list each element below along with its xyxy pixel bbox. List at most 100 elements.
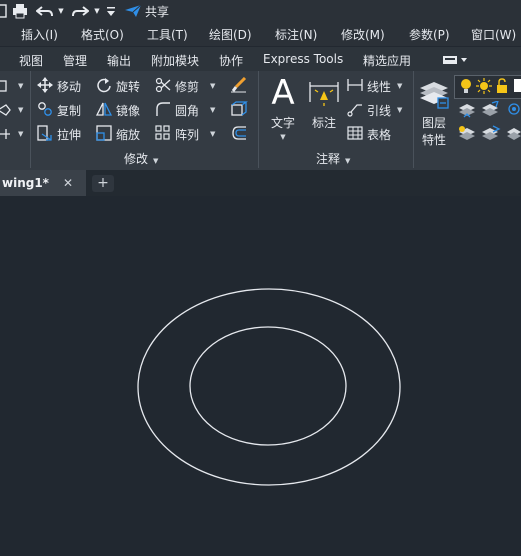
table-icon xyxy=(347,125,363,144)
mirror-button[interactable]: 镜像 xyxy=(95,100,140,120)
move-icon xyxy=(37,76,53,96)
leader-label: 引线 xyxy=(367,103,392,118)
tab-output[interactable]: 输出 xyxy=(107,52,131,69)
fillet-button[interactable]: 圆角 ▼ xyxy=(155,100,215,120)
redo-dropdown-icon[interactable]: ▼ xyxy=(93,3,101,19)
layer-tool-1-icon[interactable] xyxy=(458,101,478,122)
layer-color-swatch[interactable] xyxy=(514,79,521,92)
rotate-label: 旋转 xyxy=(116,79,141,94)
share-button-label[interactable]: 共享 xyxy=(145,3,169,20)
scale-icon xyxy=(96,124,112,144)
tab-manage[interactable]: 管理 xyxy=(63,52,87,69)
scale-button[interactable]: 缩放 xyxy=(96,124,140,144)
chevron-down-icon[interactable]: ▼ xyxy=(210,82,215,90)
explode-icon xyxy=(230,100,248,120)
fillet-icon xyxy=(155,101,171,120)
eraser-icon xyxy=(230,76,248,96)
outer-ellipse[interactable] xyxy=(137,288,401,486)
layers-label-line1: 图层 xyxy=(421,116,446,130)
menu-item-parametric[interactable]: 参数(P) xyxy=(409,26,450,43)
explode-button[interactable] xyxy=(230,100,248,120)
tab-view[interactable]: 视图 xyxy=(19,52,43,69)
dimension-button[interactable]: 标注 xyxy=(307,76,341,142)
undo-icon[interactable] xyxy=(35,3,55,19)
print-icon[interactable] xyxy=(11,3,29,19)
ribbon: ▼ ▼ ▼ 移动 复制 拉伸 旋转 镜像 缩放 修剪 ▼ 圆角 ▼ 阵列 ▼ 修… xyxy=(0,71,521,171)
linear-dimension-icon xyxy=(347,77,363,96)
inner-ellipse[interactable] xyxy=(189,326,347,446)
new-tab-button[interactable]: + xyxy=(92,175,114,192)
menu-item-tools[interactable]: 工具(T) xyxy=(147,26,188,43)
chevron-down-icon[interactable]: ▼ xyxy=(210,130,215,138)
menu-item-format[interactable]: 格式(O) xyxy=(81,26,124,43)
rotate-button[interactable]: 旋转 xyxy=(96,76,140,96)
trim-button[interactable]: 修剪 ▼ xyxy=(155,76,215,96)
chevron-down-icon: ▼ xyxy=(18,82,24,90)
array-icon xyxy=(155,124,171,144)
lightbulb-icon[interactable] xyxy=(460,78,472,97)
drawing-canvas[interactable] xyxy=(0,196,521,553)
leader-button[interactable]: 引线 ▼ xyxy=(347,100,402,120)
chevron-down-icon: ▼ xyxy=(18,130,24,138)
ribbon-tabs: 视图 管理 输出 附加模块 协作 Express Tools 精选应用 xyxy=(0,46,521,72)
trim-label: 修剪 xyxy=(175,79,200,94)
dimension-icon xyxy=(307,76,341,110)
chevron-down-icon[interactable]: ▼ xyxy=(397,106,402,114)
lock-icon[interactable] xyxy=(496,78,508,97)
table-button[interactable]: 表格 xyxy=(347,124,391,144)
move-button[interactable]: 移动 xyxy=(37,76,81,96)
draw-tool-partial-1[interactable]: ▼ xyxy=(0,76,23,96)
menu-item-draw[interactable]: 绘图(D) xyxy=(209,26,252,43)
layer-tool-3-icon[interactable] xyxy=(506,101,521,122)
customize-icon[interactable] xyxy=(106,3,116,19)
offset-button[interactable] xyxy=(230,124,248,144)
layers-label-line2: 特性 xyxy=(421,133,446,147)
tab-express-tools[interactable]: Express Tools xyxy=(263,52,343,66)
array-label: 阵列 xyxy=(175,127,200,142)
close-icon[interactable]: ✕ xyxy=(63,176,73,190)
chevron-down-icon[interactable]: ▼ xyxy=(397,82,402,90)
redo-icon[interactable] xyxy=(70,3,90,19)
document-icon[interactable] xyxy=(0,3,8,19)
menu-item-dimension[interactable]: 标注(N) xyxy=(275,26,317,43)
drawing-viewport[interactable] xyxy=(0,196,521,553)
quick-access-toolbar: ▼ ▼ 共享 xyxy=(0,0,521,22)
layer-properties-button[interactable]: 图层 特性 xyxy=(417,76,451,148)
menu-bar: 插入(I) 格式(O) 工具(T) 绘图(D) 标注(N) 修改(M) 参数(P… xyxy=(0,22,521,46)
copy-button[interactable]: 复制 xyxy=(37,100,81,120)
linear-dimension-button[interactable]: 线性 ▼ xyxy=(347,76,402,96)
menu-item-window[interactable]: 窗口(W) xyxy=(471,26,516,43)
copy-icon xyxy=(37,101,53,120)
linear-label: 线性 xyxy=(367,79,392,94)
layer-tool-4-icon[interactable] xyxy=(458,125,478,146)
chevron-down-icon[interactable]: ▼ xyxy=(210,106,215,114)
stretch-button[interactable]: 拉伸 xyxy=(37,124,81,144)
array-button[interactable]: 阵列 ▼ xyxy=(155,124,215,144)
chevron-down-icon: ▼ xyxy=(280,133,286,141)
modify-panel-title[interactable]: 修改 ▼ xyxy=(124,150,158,167)
tab-featured-apps[interactable]: 精选应用 xyxy=(363,52,411,69)
move-label: 移动 xyxy=(57,79,82,94)
menu-item-modify[interactable]: 修改(M) xyxy=(341,26,385,43)
tab-addins[interactable]: 附加模块 xyxy=(151,52,199,69)
draw-tool-partial-3[interactable]: ▼ xyxy=(0,124,23,144)
ribbon-display-toggle-icon[interactable] xyxy=(440,54,470,66)
tab-collaborate[interactable]: 协作 xyxy=(219,52,243,69)
menu-item-insert[interactable]: 插入(I) xyxy=(21,26,58,43)
layer-tool-6-icon[interactable] xyxy=(506,125,521,146)
layer-tool-5-icon[interactable] xyxy=(481,125,501,146)
stretch-icon xyxy=(37,124,53,144)
document-tab-drawing1[interactable]: wing1* ✕ xyxy=(0,170,86,196)
sun-icon[interactable] xyxy=(476,78,492,97)
chevron-down-icon: ▼ xyxy=(18,106,24,114)
annotation-panel-title[interactable]: 注释 ▼ xyxy=(316,150,350,167)
share-icon[interactable] xyxy=(124,3,142,19)
panel-divider xyxy=(258,71,259,168)
undo-dropdown-icon[interactable]: ▼ xyxy=(57,3,65,19)
plus-icon: + xyxy=(97,175,109,191)
draw-tool-partial-2[interactable]: ▼ xyxy=(0,100,23,120)
text-label: 文字 xyxy=(270,116,295,130)
layer-tool-2-icon[interactable] xyxy=(481,99,501,122)
text-button[interactable]: A 文字 ▼ xyxy=(267,76,299,142)
erase-button[interactable] xyxy=(230,76,248,96)
